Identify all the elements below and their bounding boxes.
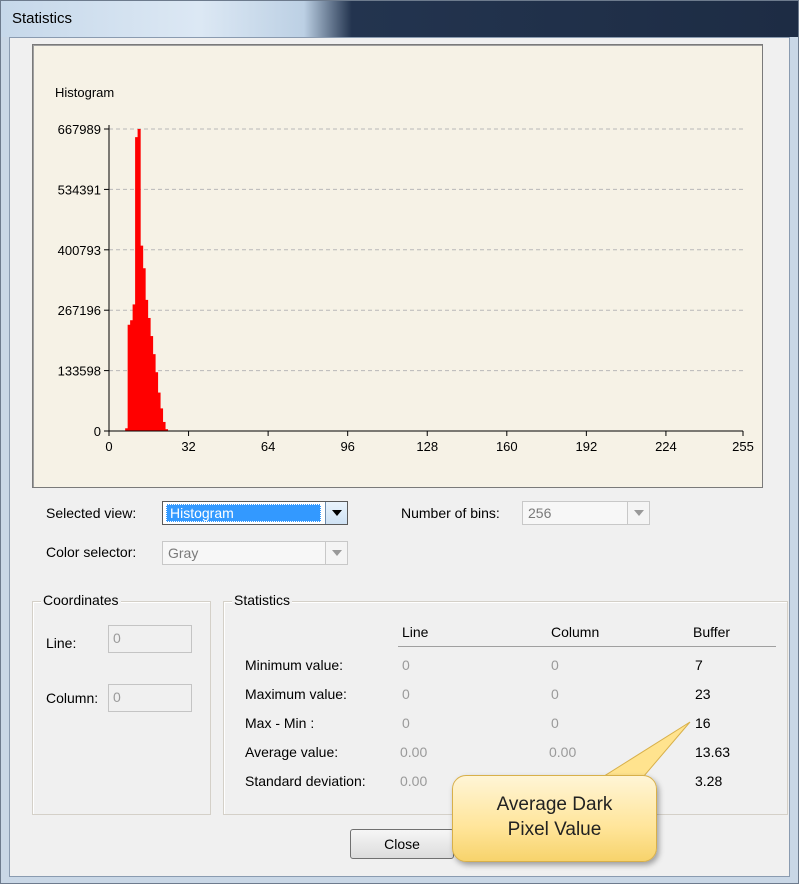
bins-label: Number of bins: [401, 505, 500, 521]
close-button[interactable]: Close [350, 829, 454, 859]
stat-line-value: 0 [402, 715, 410, 731]
statistics-legend: Statistics [232, 592, 293, 608]
selected-view-dropdown-button[interactable] [325, 502, 347, 524]
coordinates-line-label: Line: [46, 635, 77, 651]
stat-buffer-value: 7 [695, 657, 703, 673]
column-header-buffer: Buffer [693, 624, 731, 640]
title-bar[interactable]: Statistics [1, 1, 798, 37]
stat-buffer-value: 13.63 [695, 744, 731, 760]
selected-view-label: Selected view: [46, 505, 137, 521]
stat-row-label: Maximum value: [245, 686, 347, 702]
color-selector-dropdown[interactable]: Gray [162, 541, 348, 565]
histogram-chart: Histogram 667989 534391 400793 267196 133598 0… [55, 85, 754, 454]
column-header-column: Column [551, 624, 600, 640]
x-tick-label: 32 [181, 439, 195, 454]
callout-line1: Average Dark [496, 794, 613, 815]
y-tick-label: 267196 [58, 303, 101, 318]
column-header-line: Line [402, 624, 429, 640]
stat-column-value: 0 [551, 715, 559, 731]
y-tick-label: 400793 [58, 243, 101, 258]
y-tick-label: 0 [94, 424, 101, 439]
stat-line-value: 0 [402, 686, 410, 702]
y-tick-label: 534391 [58, 182, 101, 197]
callout-line2: Pixel Value [507, 819, 602, 840]
stat-row-label: Standard deviation: [245, 773, 366, 789]
color-selector-label: Color selector: [46, 544, 137, 560]
stat-buffer-value: 16 [695, 715, 711, 731]
stat-buffer-value: 23 [695, 686, 711, 702]
window-title: Statistics [12, 10, 73, 27]
color-selector-value: Gray [168, 545, 199, 561]
stat-buffer-value: 3.28 [695, 773, 723, 789]
y-tick-label: 133598 [58, 364, 101, 379]
stat-column-value: 0.00 [549, 744, 577, 760]
stat-line-value: 0 [402, 657, 410, 673]
x-tick-label: 192 [576, 439, 598, 454]
bins-dropdown[interactable]: 256 [522, 501, 650, 525]
coordinates-column-field[interactable]: 0 [108, 684, 192, 712]
selected-view-value: Histogram [166, 504, 321, 522]
coordinates-legend: Coordinates [41, 592, 121, 608]
selected-view-dropdown[interactable]: Histogram [162, 501, 348, 525]
stat-column-value: 0 [551, 686, 559, 702]
x-tick-label: 96 [340, 439, 354, 454]
stat-row-label: Max - Min : [245, 715, 315, 731]
bins-value: 256 [528, 505, 552, 521]
bins-dropdown-button[interactable] [627, 502, 649, 524]
average-pixel-callout: Average Dark Pixel Value [452, 775, 657, 862]
stat-line-value: 0.00 [400, 773, 428, 789]
stat-line-value: 0.00 [400, 744, 428, 760]
coordinates-line-field[interactable]: 0 [108, 625, 192, 653]
chevron-down-icon [332, 550, 342, 556]
y-tick-label: 667989 [58, 122, 101, 137]
coordinates-column-label: Column: [46, 690, 99, 706]
x-tick-label: 64 [261, 439, 275, 454]
stat-row-label: Average value: [245, 744, 339, 760]
histogram-panel: Histogram 667989 534391 400793 267196 133598 0… [32, 44, 763, 488]
chevron-down-icon [332, 510, 342, 516]
header-divider [398, 646, 776, 647]
color-selector-dropdown-button[interactable] [325, 542, 347, 564]
x-tick-label: 224 [655, 439, 677, 454]
x-tick-label: 128 [416, 439, 438, 454]
chevron-down-icon [634, 510, 644, 516]
coordinates-column-value: 0 [113, 689, 121, 705]
stat-row-label: Minimum value: [245, 657, 344, 673]
coordinates-line-value: 0 [113, 630, 121, 646]
stat-column-value: 0 [551, 657, 559, 673]
x-tick-label: 255 [732, 439, 754, 454]
x-tick-label: 160 [496, 439, 518, 454]
chart-title: Histogram [55, 85, 114, 100]
x-tick-label: 0 [105, 439, 112, 454]
